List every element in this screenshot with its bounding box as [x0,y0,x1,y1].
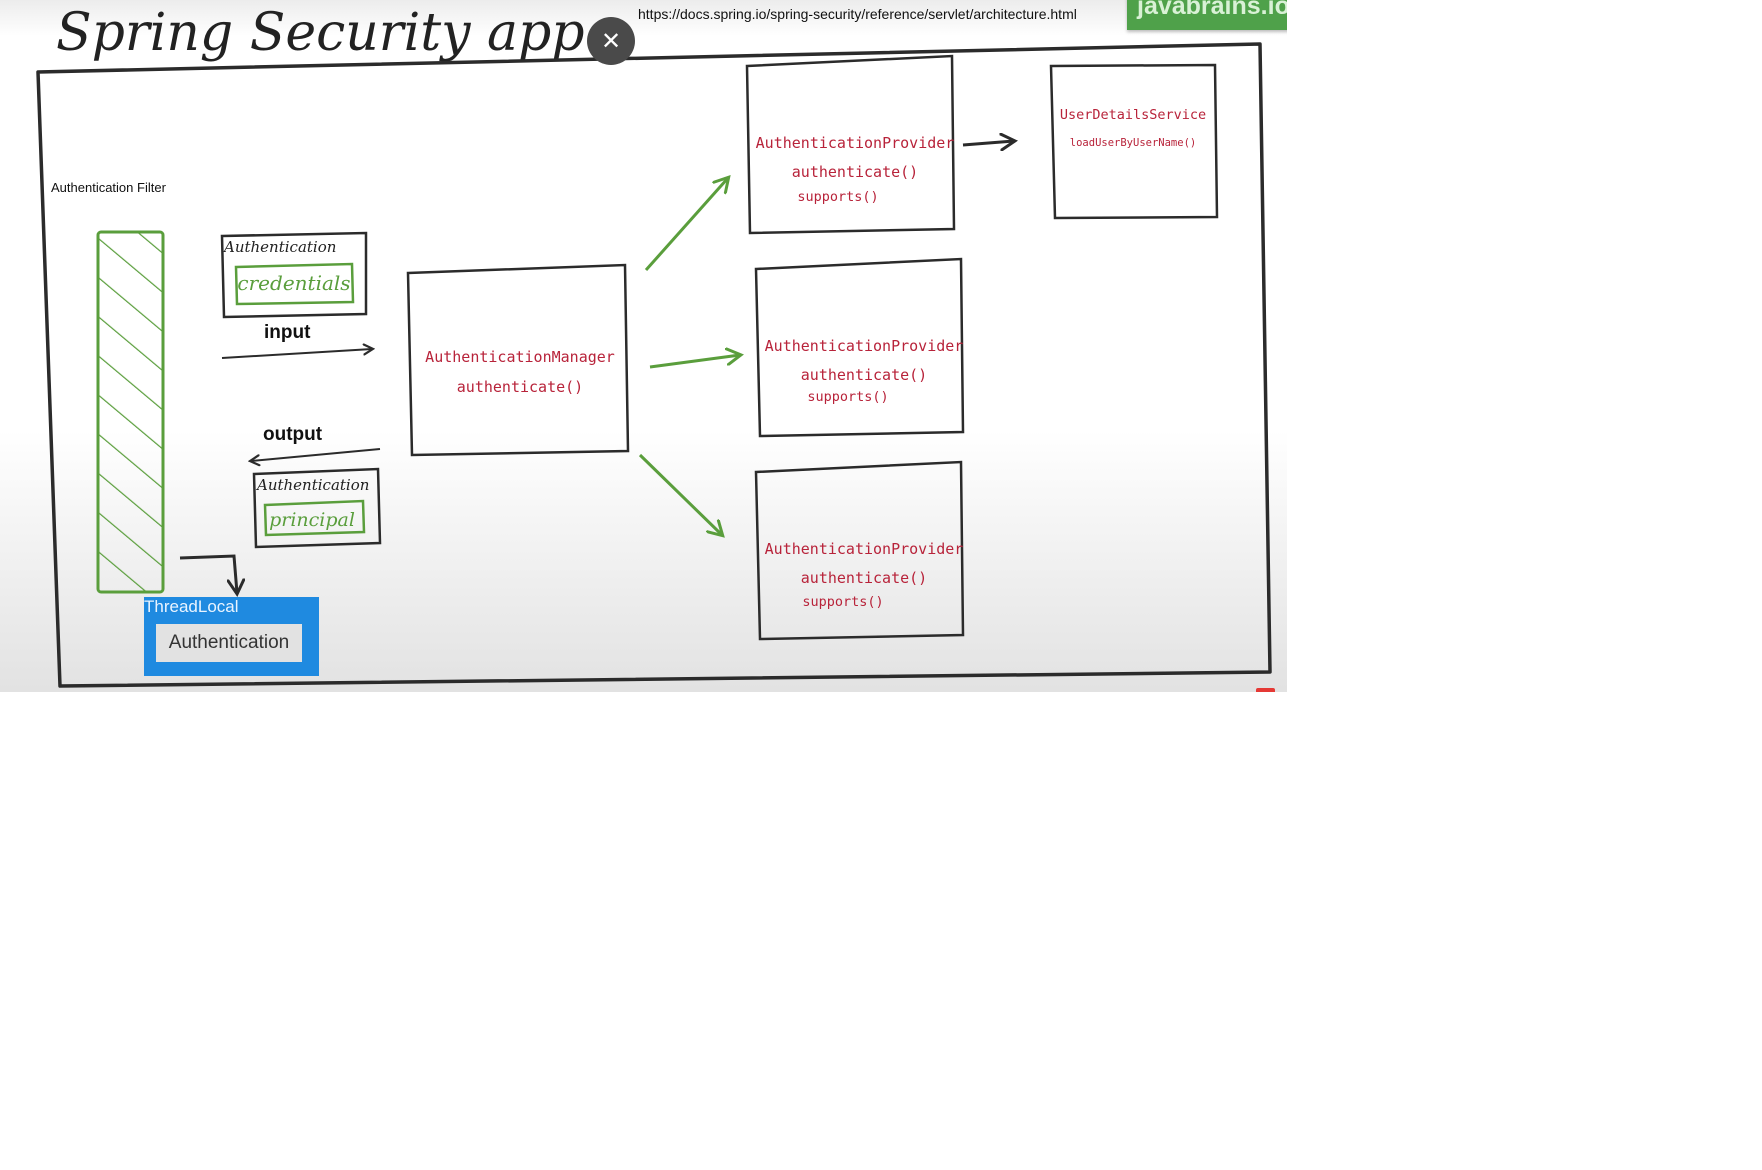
close-button[interactable]: ✕ [587,17,635,65]
provider-1-name: AuthenticationProvider [756,134,955,152]
output-label: output [263,424,323,445]
provider-2-name: AuthenticationProvider [765,337,964,355]
provider-1-method-authenticate: authenticate() [792,163,918,181]
user-details-service-name: UserDetailsService [1060,107,1206,123]
output-arrow [251,448,381,461]
close-icon: ✕ [600,27,622,55]
authentication-manager-box: AuthenticationManager authenticate() [406,263,630,457]
whiteboard-diagram: Spring Security app Authentication crede… [36,3,1272,688]
threadlocal-title: ThreadLocal [144,597,239,616]
video-frame: Spring Security app Authentication crede… [0,0,1287,692]
authentication-filter-bar [96,230,165,594]
output-box-inner: principal [269,509,355,531]
threadlocal-authentication: Authentication [156,624,302,662]
output-authentication-box: Authentication principal [252,467,382,549]
provider-3-name: AuthenticationProvider [765,540,964,558]
arrow-to-user-details-service [962,141,1014,145]
authentication-provider-box-1: AuthenticationProvider authenticate() su… [745,54,956,235]
provider-1-method-supports: supports() [797,189,878,205]
input-authentication-box: Authentication credentials [220,231,368,319]
provider-3-method-supports: supports() [802,594,883,610]
arrow-to-provider-2 [649,355,740,369]
docs-url-link[interactable]: https://docs.spring.io/spring-security/r… [638,6,1077,22]
input-arrow [221,349,372,359]
provider-3-method-authenticate: authenticate() [801,569,927,587]
threadlocal-box: ThreadLocal Authentication [144,597,319,676]
arrow-to-provider-3 [638,453,722,535]
authentication-provider-box-2: AuthenticationProvider authenticate() su… [754,257,965,438]
authentication-filter-label: Authentication Filter [51,180,166,195]
input-box-inner: credentials [237,271,350,295]
diagram-title: Spring Security app [56,3,585,63]
user-details-service-box: UserDetailsService loadUserByUserName() [1049,63,1219,220]
youtube-mark-icon [1256,688,1275,692]
provider-2-method-authenticate: authenticate() [801,366,927,384]
authentication-provider-box-3: AuthenticationProvider authenticate() su… [754,460,965,641]
output-box-title: Authentication [255,476,369,494]
input-box-title: Authentication [222,238,336,256]
provider-2-method-supports: supports() [807,389,888,405]
manager-method: authenticate() [457,378,583,396]
user-details-service-method: loadUserByUserName() [1070,137,1196,149]
javabrains-brand-badge: javabrains.io [1127,0,1287,30]
input-label: input [264,322,311,343]
arrow-to-provider-1 [644,178,728,271]
manager-name: AuthenticationManager [425,348,615,366]
threadlocal-arrow [179,554,237,593]
